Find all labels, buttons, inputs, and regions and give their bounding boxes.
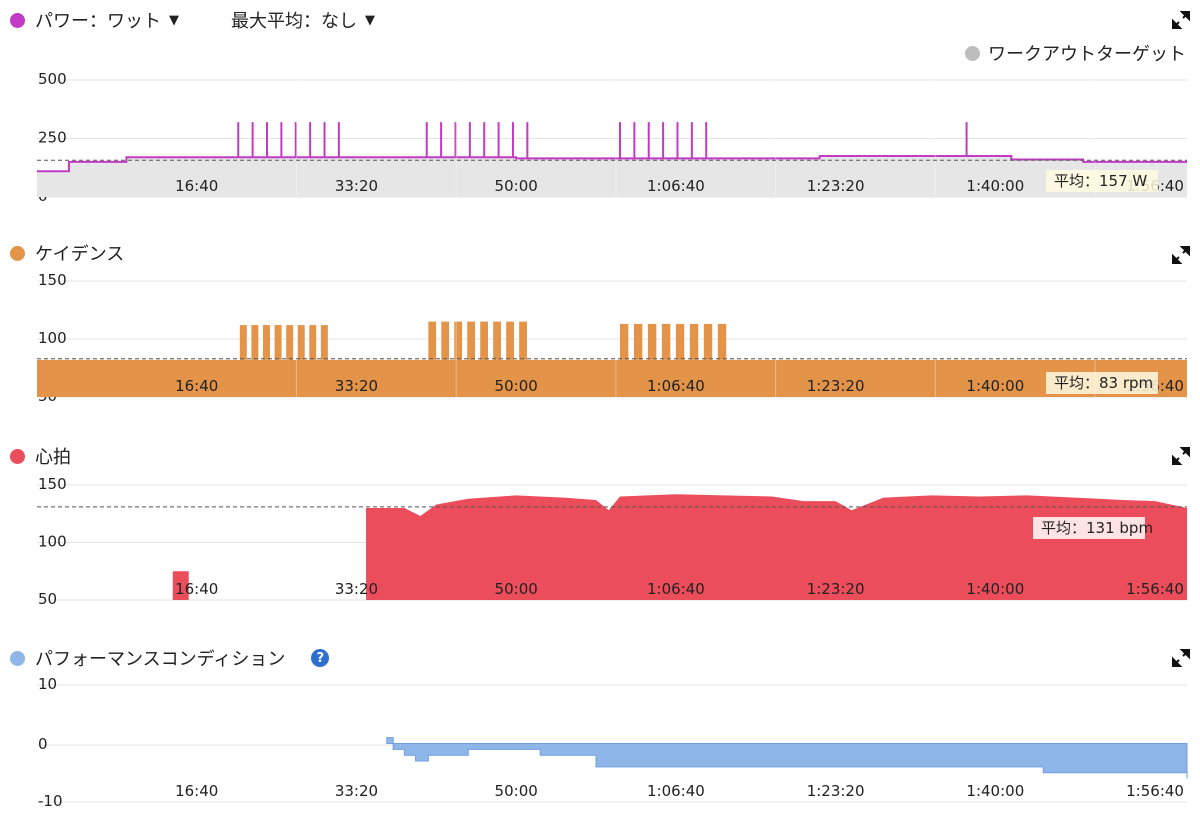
condition-area	[386, 737, 1188, 779]
x-tick-label: 1:23:20	[807, 782, 865, 800]
y-tick-label: -10	[38, 792, 63, 810]
x-tick-label: 33:20	[335, 782, 378, 800]
x-tick-label: 1:56:40	[1126, 782, 1184, 800]
x-tick-label: 1:06:40	[647, 782, 705, 800]
x-tick-label: 16:40	[175, 782, 218, 800]
condition-panel: パフォーマンスコンディション ? 10 0 -10 16:40 33:20 50:00 1:…	[0, 0, 1200, 825]
x-tick-label: 50:00	[495, 782, 538, 800]
y-tick-label: 0	[38, 735, 48, 753]
y-tick-label: 10	[38, 675, 57, 693]
x-tick-label: 1:40:00	[966, 782, 1024, 800]
condition-chart[interactable]: 10 0 -10 16:40 33:20 50:00 1:06:40 1:23:20 1:40:…	[0, 630, 1200, 825]
